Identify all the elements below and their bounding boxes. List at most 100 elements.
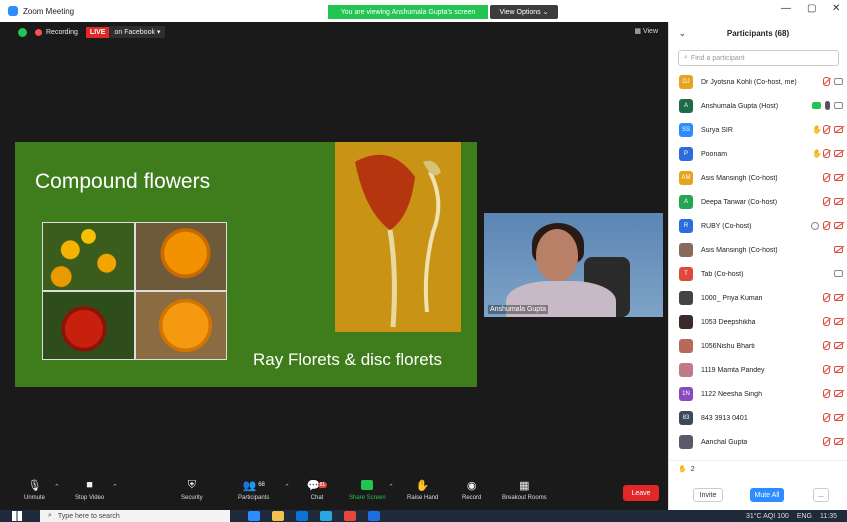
weather-readout[interactable]: 31°C AQI 100	[746, 513, 789, 520]
participants-panel-title: Participants (68)	[726, 28, 790, 38]
participant-search-input[interactable]: ⌕ Find a participant	[678, 50, 839, 66]
live-badge[interactable]: LIVE	[85, 26, 110, 38]
participant-row[interactable]: 1000_ Priya Kumari	[669, 286, 847, 310]
speaker-video-tile[interactable]: Anshumala Gupta	[484, 213, 663, 317]
share-screen-icon	[360, 479, 374, 491]
stop-video-button[interactable]: ■ Stop Video	[75, 479, 104, 501]
raise-hand-label: Raise Hand	[407, 495, 439, 501]
mail-app-icon[interactable]	[320, 511, 332, 521]
restore-icon[interactable]: ▢	[807, 3, 816, 14]
windows-start-icon[interactable]	[12, 511, 22, 521]
participant-row[interactable]: 1119 Mamta Pandey	[669, 358, 847, 382]
encryption-shield-icon[interactable]	[18, 27, 27, 37]
video-options-caret-icon[interactable]: ⌃	[112, 483, 118, 491]
clock[interactable]: 11:35	[820, 513, 837, 520]
participants-panel: ⌄ Participants (68) ⌕ Find a participant…	[668, 22, 847, 510]
participants-panel-header: ⌄ Participants (68)	[669, 22, 847, 44]
collapse-chevron-icon[interactable]: ⌄	[679, 29, 686, 38]
edge-app-icon[interactable]	[248, 511, 260, 521]
participant-row[interactable]: A Deepa Tanwar (Co-host)	[669, 190, 847, 214]
avatar: 1N	[679, 387, 693, 401]
participant-row[interactable]: 1056Nishu Bharti	[669, 334, 847, 358]
participants-caret-icon[interactable]: ⌃	[284, 483, 290, 491]
participant-row[interactable]: A Anshumala Gupta (Host)	[669, 94, 847, 118]
participant-row[interactable]: 1053 Deepshikha	[669, 310, 847, 334]
participant-row[interactable]: AM Asis Mansingh (Co-host)	[669, 166, 847, 190]
muted-mic-icon	[823, 413, 830, 422]
taskbar-search-input[interactable]: ⌕ Type here to search	[40, 510, 230, 522]
search-placeholder: Find a participant	[690, 54, 745, 62]
view-options-button[interactable]: View Options ⌄	[490, 5, 558, 19]
recording-label[interactable]: Recording	[46, 29, 78, 36]
participant-name: Asis Mansingh (Co-host)	[701, 246, 778, 254]
chrome-app-icon[interactable]	[344, 511, 356, 521]
zoom-app-icon[interactable]	[368, 511, 380, 521]
avatar	[679, 243, 693, 257]
participant-row[interactable]: Aanchal Gupta	[669, 430, 847, 454]
avatar: R	[679, 219, 693, 233]
security-button[interactable]: ⛨ Security	[181, 479, 203, 502]
record-icon: ◉	[466, 479, 477, 492]
hand-icon: ✋	[415, 479, 430, 492]
more-options-button[interactable]: ...	[813, 488, 829, 502]
system-tray: 31°C AQI 100 ENG 11:35	[746, 510, 837, 522]
video-off-icon	[834, 174, 843, 181]
muted-mic-icon	[823, 173, 830, 182]
muted-mic-icon	[823, 197, 830, 206]
participant-row[interactable]: P Poonam ✋	[669, 142, 847, 166]
store-app-icon[interactable]	[296, 511, 308, 521]
breakout-rooms-button[interactable]: ▦ Breakout Rooms	[502, 479, 547, 502]
live-target-dropdown[interactable]: on Facebook ▾	[109, 26, 166, 38]
leave-button[interactable]: Leave	[623, 485, 659, 501]
participant-row[interactable]: T Tab (Co-host)	[669, 262, 847, 286]
slide-title: Compound flowers	[35, 170, 211, 193]
video-off-icon	[834, 318, 843, 325]
participants-button[interactable]: 👥 68 Participants	[238, 479, 270, 502]
unmute-button[interactable]: 🎙 Unmute	[24, 479, 46, 502]
participants-icon: 👥 68	[242, 479, 265, 492]
participant-row[interactable]: R RUBY (Co-host)	[669, 214, 847, 238]
meeting-status-strip: Recording LIVE on Facebook ▾ ▦ View	[0, 22, 668, 42]
avatar: P	[679, 147, 693, 161]
participant-status-icons	[834, 269, 843, 277]
chat-button[interactable]: 💬 81 Chat	[307, 479, 328, 501]
minimize-icon[interactable]: —	[781, 3, 791, 14]
muted-mic-icon	[823, 293, 830, 302]
view-layout-button[interactable]: ▦ View	[634, 27, 658, 35]
participant-status-icons	[823, 197, 843, 206]
close-icon[interactable]: ✕	[832, 3, 840, 14]
participant-status-icons	[812, 101, 843, 110]
muted-mic-icon	[823, 125, 830, 134]
avatar: T	[679, 267, 693, 281]
raised-hands-count: ✋ 2	[678, 465, 695, 473]
muted-mic-icon	[823, 149, 830, 158]
participant-row[interactable]: 1N 1122 Neesha Singh	[669, 382, 847, 406]
participants-label: Participants	[238, 495, 270, 501]
speaker-name-label: Anshumala Gupta	[488, 305, 549, 314]
avatar: AM	[679, 171, 693, 185]
share-screen-button[interactable]: Share Screen	[349, 479, 386, 501]
video-off-icon	[834, 126, 843, 133]
participant-row[interactable]: DJ Dr Jyotsna Kohli (Co-host, me)	[669, 70, 847, 94]
marigold-photo	[43, 292, 134, 359]
raise-hand-button[interactable]: ✋ Raise Hand	[407, 479, 439, 502]
participant-row[interactable]: Asis Mansingh (Co-host)	[669, 238, 847, 262]
person-head	[536, 229, 578, 281]
zoom-window: Zoom Meeting You are viewing Anshumala G…	[0, 0, 847, 522]
mute-all-button[interactable]: Mute All	[750, 488, 784, 502]
participant-status-icons	[823, 365, 843, 374]
invite-button[interactable]: Invite	[693, 488, 723, 502]
audio-options-caret-icon[interactable]: ⌃	[54, 483, 60, 491]
participant-row[interactable]: SS Surya SIR ✋	[669, 118, 847, 142]
unmute-label: Unmute	[24, 495, 46, 501]
participant-row[interactable]: 83 843 3913 0401	[669, 406, 847, 430]
muted-mic-icon	[823, 317, 830, 326]
raised-hands-number: 2	[690, 466, 695, 473]
participant-name: Deepa Tanwar (Co-host)	[701, 198, 778, 206]
record-button[interactable]: ◉ Record	[462, 479, 481, 502]
meeting-toolbar: 🎙 Unmute ⌃ ■ Stop Video ⌃ ⛨ Security 👥 68…	[0, 475, 668, 510]
share-options-caret-icon[interactable]: ⌃	[388, 483, 394, 491]
file-explorer-icon[interactable]	[272, 511, 284, 521]
language-indicator[interactable]: ENG	[797, 513, 812, 520]
participant-status-icons	[823, 293, 843, 302]
